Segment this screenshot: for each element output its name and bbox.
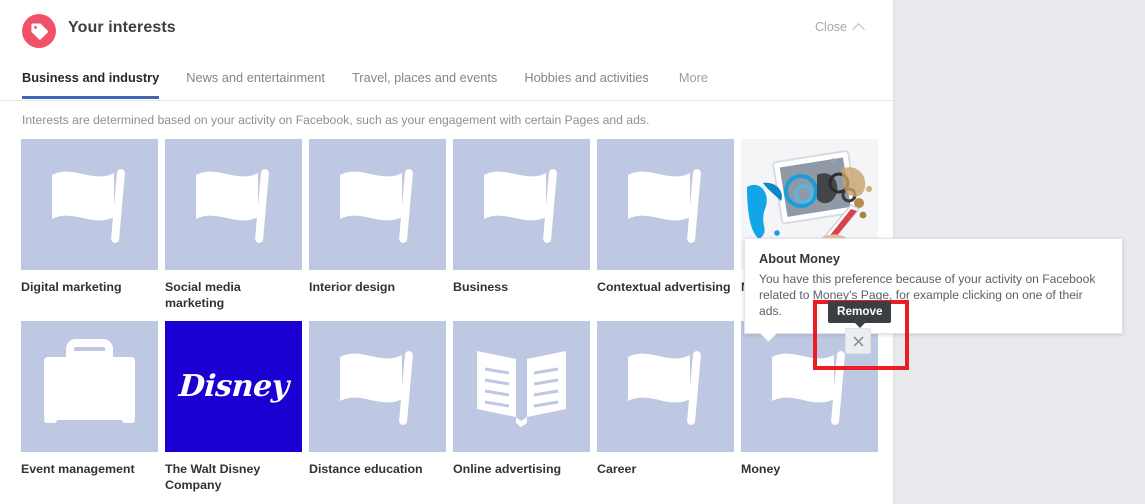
interest-thumbnail[interactable] xyxy=(165,139,302,270)
interest-thumbnail[interactable] xyxy=(597,139,734,270)
chevron-up-icon xyxy=(852,22,865,36)
interest-thumbnail[interactable]: Disney xyxy=(165,321,302,452)
interest-label: Money xyxy=(741,462,781,476)
interest-tile[interactable]: Event management xyxy=(21,321,158,493)
flag-icon xyxy=(196,169,269,243)
interest-label: Distance education xyxy=(309,462,423,476)
flag-icon xyxy=(628,351,701,425)
interest-label: Interior design xyxy=(309,280,396,294)
about-tooltip-title: About Money xyxy=(759,251,841,266)
tooltip-arrow xyxy=(759,333,776,342)
about-tooltip-body: You have this preference because of your… xyxy=(759,272,1096,318)
interest-thumbnail[interactable] xyxy=(21,321,158,452)
remove-tooltip-label: Remove xyxy=(837,305,883,318)
interest-tile[interactable]: Contextual advertising xyxy=(597,139,734,311)
tab-travel-places-and-events[interactable]: Travel, places and events xyxy=(352,60,497,98)
interest-label: Business xyxy=(453,280,509,294)
interest-thumbnail[interactable] xyxy=(453,321,590,452)
flag-icon xyxy=(340,351,413,425)
disney-logo: Disney xyxy=(177,369,290,404)
page-title: Your interests xyxy=(68,19,176,36)
flag-icon xyxy=(484,169,557,243)
interest-tile[interactable]: Online advertising xyxy=(453,321,590,493)
tab-label: More xyxy=(678,70,708,85)
interest-thumbnail[interactable] xyxy=(453,139,590,270)
tab-hobbies-and-activities[interactable]: Hobbies and activities xyxy=(524,60,648,98)
interest-label: Social media marketing xyxy=(165,280,241,310)
flag-icon xyxy=(340,169,413,243)
tab-more[interactable]: More xyxy=(679,60,708,98)
interest-tile[interactable]: Interior design xyxy=(309,139,446,311)
screen: Your interests Close Business and indust… xyxy=(0,0,1145,504)
tab-label: News and entertainment xyxy=(186,70,325,85)
interest-tile[interactable]: Distance education xyxy=(309,321,446,493)
interests-description: Interests are determined based on your a… xyxy=(22,113,650,127)
interest-label: Event management xyxy=(21,462,135,476)
flag-icon xyxy=(628,169,701,243)
tab-label: Travel, places and events xyxy=(351,70,498,85)
open-book-icon xyxy=(477,351,566,427)
tag-icon xyxy=(22,14,56,48)
tab-bar: Business and industry News and entertain… xyxy=(0,60,893,101)
interest-thumbnail[interactable] xyxy=(309,139,446,270)
remove-interest-button[interactable] xyxy=(845,328,871,354)
interest-label: The Walt Disney Company xyxy=(165,462,261,492)
remove-tooltip: Remove xyxy=(828,301,892,328)
interest-tile[interactable]: Digital marketing xyxy=(21,139,158,311)
close-button[interactable]: Close xyxy=(815,20,865,36)
close-button-label: Close xyxy=(815,20,847,34)
tooltip-arrow xyxy=(854,323,865,328)
about-interest-tooltip: About Money You have this preference bec… xyxy=(744,238,1123,334)
interest-thumbnail[interactable] xyxy=(309,321,446,452)
interest-label: Contextual advertising xyxy=(597,280,731,294)
interest-label: Digital marketing xyxy=(21,280,122,294)
interest-tile[interactable]: Disney The Walt Disney Company xyxy=(165,321,302,493)
card-header: Your interests Close xyxy=(0,0,893,60)
interest-thumbnail[interactable] xyxy=(21,139,158,270)
flag-icon xyxy=(52,169,125,243)
briefcase-icon xyxy=(44,339,135,423)
tab-news-and-entertainment[interactable]: News and entertainment xyxy=(186,60,325,98)
interest-tile[interactable]: Career xyxy=(597,321,734,493)
tab-label: Business and industry xyxy=(22,70,160,85)
interest-tile[interactable]: Social media marketing xyxy=(165,139,302,311)
interest-label: Career xyxy=(597,462,637,476)
tab-label: Hobbies and activities xyxy=(524,70,649,85)
interest-thumbnail[interactable] xyxy=(597,321,734,452)
tab-business-and-industry[interactable]: Business and industry xyxy=(22,60,160,99)
interest-label: Online advertising xyxy=(453,462,562,476)
interest-tile[interactable]: Business xyxy=(453,139,590,311)
close-x-icon xyxy=(852,335,864,347)
